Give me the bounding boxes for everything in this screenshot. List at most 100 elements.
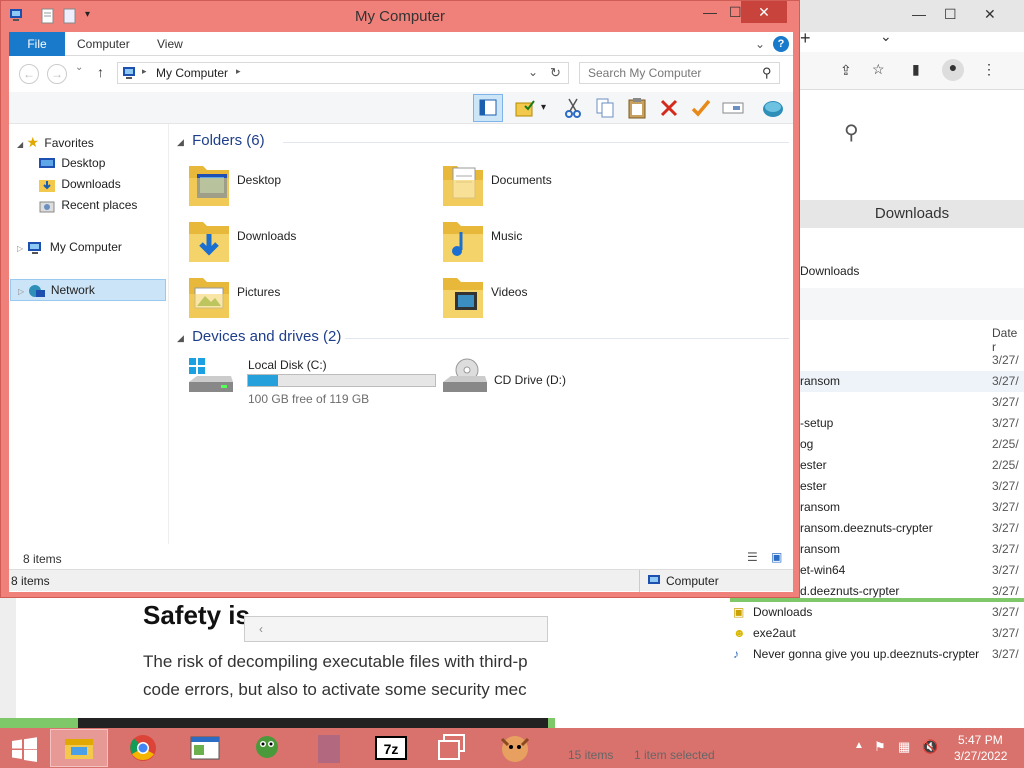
paste-icon[interactable] bbox=[625, 96, 649, 120]
status-bar: 8 items Computer bbox=[9, 569, 793, 592]
refresh-icon[interactable]: ↻ bbox=[550, 65, 561, 81]
nav-favorites[interactable]: ◢ ★ Favorites bbox=[17, 132, 94, 152]
delete-icon[interactable] bbox=[657, 96, 681, 120]
chevron-down-icon[interactable]: ⌄ bbox=[880, 28, 892, 45]
folder-videos[interactable]: Videos bbox=[441, 270, 681, 324]
action-center-flag-icon[interactable]: ⚑ bbox=[874, 739, 886, 755]
search-icon[interactable]: ⚲ bbox=[844, 120, 859, 145]
start-button[interactable] bbox=[0, 729, 48, 767]
nav-recent-places[interactable]: Recent places bbox=[39, 195, 137, 215]
list-item[interactable]: ransom.deeznuts-crypter 3/27/ bbox=[800, 518, 1024, 539]
breadcrumb-chevron-icon[interactable]: ▸ bbox=[236, 66, 241, 77]
preview-pane-button[interactable] bbox=[473, 94, 503, 122]
volume-muted-icon[interactable]: 🔇 bbox=[922, 739, 938, 755]
folder-pictures[interactable]: Pictures bbox=[187, 270, 427, 324]
taskbar-snake-app[interactable] bbox=[238, 729, 296, 767]
drive-cd[interactable]: CD Drive (D:) bbox=[441, 352, 681, 406]
collapse-icon[interactable]: ◢ bbox=[177, 333, 184, 343]
maximize-button[interactable]: ☐ bbox=[944, 6, 957, 23]
drives-group-header[interactable]: ◢ Devices and drives (2) bbox=[177, 328, 789, 345]
back-icon[interactable]: ← bbox=[19, 64, 39, 84]
copy-icon[interactable] bbox=[593, 96, 617, 120]
explorer-client-area: File Computer View ⌄ ? ← → ⌄ ↑ ▸ My Comp… bbox=[9, 32, 793, 592]
expand-icon[interactable]: ◢ bbox=[17, 140, 23, 149]
folder-documents[interactable]: Documents bbox=[441, 158, 681, 212]
list-item[interactable]: ester 3/27/ bbox=[800, 476, 1024, 497]
taskbar-character-app[interactable] bbox=[486, 729, 544, 767]
checkmark-icon[interactable] bbox=[689, 96, 713, 120]
folder-desktop[interactable]: Desktop bbox=[187, 158, 427, 212]
list-item[interactable]: -setup 3/27/ bbox=[800, 413, 1024, 434]
taskbar-file-explorer[interactable] bbox=[50, 729, 108, 767]
list-item[interactable]: ☻ exe2aut 3/27/ bbox=[730, 623, 1024, 644]
horizontal-scrollbar[interactable]: ‹ bbox=[244, 616, 548, 642]
nav-my-computer[interactable]: ▷ My Computer bbox=[17, 237, 122, 257]
list-item[interactable]: d.deeznuts-crypter 3/27/ bbox=[800, 581, 1024, 602]
list-item[interactable]: ransom 3/27/ bbox=[800, 497, 1024, 518]
expand-icon[interactable]: ▷ bbox=[18, 287, 24, 296]
large-icons-view-icon[interactable]: ▣ bbox=[771, 550, 782, 564]
folder-downloads[interactable]: Downloads bbox=[187, 214, 427, 268]
network-globe-icon[interactable] bbox=[761, 96, 785, 120]
close-button[interactable]: ✕ bbox=[984, 6, 996, 23]
list-item[interactable]: ▣ Downloads 3/27/ bbox=[730, 602, 1024, 623]
folder-music[interactable]: Music bbox=[441, 214, 681, 268]
list-item[interactable]: ransom 3/27/ bbox=[800, 539, 1024, 560]
open-folder-check-icon[interactable] bbox=[513, 96, 537, 120]
clock-time[interactable]: 5:47 PM bbox=[958, 733, 1003, 747]
list-item[interactable]: 3/27/ bbox=[800, 392, 1024, 413]
taskbar-app-window[interactable] bbox=[176, 729, 234, 767]
recent-locations-icon[interactable]: ⌄ bbox=[75, 62, 83, 73]
cut-icon[interactable] bbox=[561, 96, 585, 120]
list-item[interactable]: ransom 3/27/ bbox=[800, 371, 1024, 392]
tab-view[interactable]: View bbox=[157, 32, 183, 56]
taskbar-chrome[interactable] bbox=[114, 729, 172, 767]
show-hidden-icons-icon[interactable]: ▲ bbox=[854, 740, 864, 751]
close-button[interactable]: ✕ bbox=[741, 1, 787, 23]
address-dropdown-icon[interactable]: ⌄ bbox=[528, 65, 538, 79]
network-status-icon[interactable]: ▦ bbox=[898, 739, 910, 755]
navigation-pane: ◢ ★ Favorites Desktop Downloads Recent p… bbox=[9, 124, 169, 544]
clock-date[interactable]: 3/27/2022 bbox=[954, 749, 1007, 763]
list-item[interactable]: og 2/25/ bbox=[800, 434, 1024, 455]
folders-group-header[interactable]: ◢ Folders (6) bbox=[177, 132, 789, 149]
share-icon[interactable]: ⇪ bbox=[840, 62, 852, 79]
drive-local-disk[interactable]: Local Disk (C:) 100 GB free of 119 GB bbox=[187, 352, 437, 406]
tab-computer[interactable]: Computer bbox=[77, 32, 130, 56]
taskbar-window-switcher[interactable] bbox=[424, 729, 482, 767]
documents-folder-icon bbox=[441, 158, 485, 208]
nav-desktop[interactable]: Desktop bbox=[39, 153, 105, 173]
new-tab-icon[interactable]: + bbox=[800, 28, 811, 49]
profile-icon[interactable]: ● bbox=[942, 59, 964, 81]
rename-icon[interactable] bbox=[721, 96, 745, 120]
search-icon[interactable]: ⚲ bbox=[762, 63, 772, 83]
taskbar-7zip[interactable]: 7z bbox=[362, 729, 420, 767]
forward-icon[interactable]: → bbox=[47, 64, 67, 84]
dropdown-icon[interactable]: ▾ bbox=[541, 102, 546, 113]
address-box[interactable]: ▸ My Computer ▸ ⌄ ↻ bbox=[117, 62, 569, 84]
list-item[interactable]: 3/27/ bbox=[800, 350, 1024, 371]
details-view-icon[interactable]: ☰ bbox=[747, 550, 758, 564]
expand-icon[interactable]: ▷ bbox=[17, 244, 23, 253]
up-icon[interactable]: ↑ bbox=[97, 64, 104, 80]
nav-network[interactable]: ▷ Network bbox=[10, 279, 166, 301]
sidebar-icon[interactable]: ▮ bbox=[912, 61, 920, 78]
minimize-button[interactable]: — bbox=[912, 6, 926, 22]
breadcrumb-chevron-icon[interactable]: ▸ bbox=[142, 66, 147, 77]
list-item[interactable]: ♪ Never gonna give you up.deeznuts-crypt… bbox=[730, 644, 1024, 665]
list-item[interactable]: ester 2/25/ bbox=[800, 455, 1024, 476]
breadcrumb[interactable]: My Computer bbox=[156, 66, 228, 80]
collapse-icon[interactable]: ◢ bbox=[177, 137, 184, 147]
menu-icon[interactable]: ⋮ bbox=[982, 61, 996, 78]
downloads-title: Downloads bbox=[800, 200, 1024, 228]
nav-downloads[interactable]: Downloads bbox=[39, 174, 121, 194]
minimize-button[interactable]: — bbox=[703, 4, 717, 20]
expand-ribbon-icon[interactable]: ⌄ bbox=[755, 32, 765, 56]
list-item[interactable]: et-win64 3/27/ bbox=[800, 560, 1024, 581]
star-icon[interactable]: ☆ bbox=[872, 61, 885, 78]
search-input[interactable]: Search My Computer ⚲ bbox=[579, 62, 780, 84]
tab-file[interactable]: File bbox=[9, 32, 65, 56]
taskbar-book-app[interactable] bbox=[300, 729, 358, 767]
help-icon[interactable]: ? bbox=[773, 36, 789, 52]
maximize-button[interactable]: ☐ bbox=[729, 4, 742, 21]
